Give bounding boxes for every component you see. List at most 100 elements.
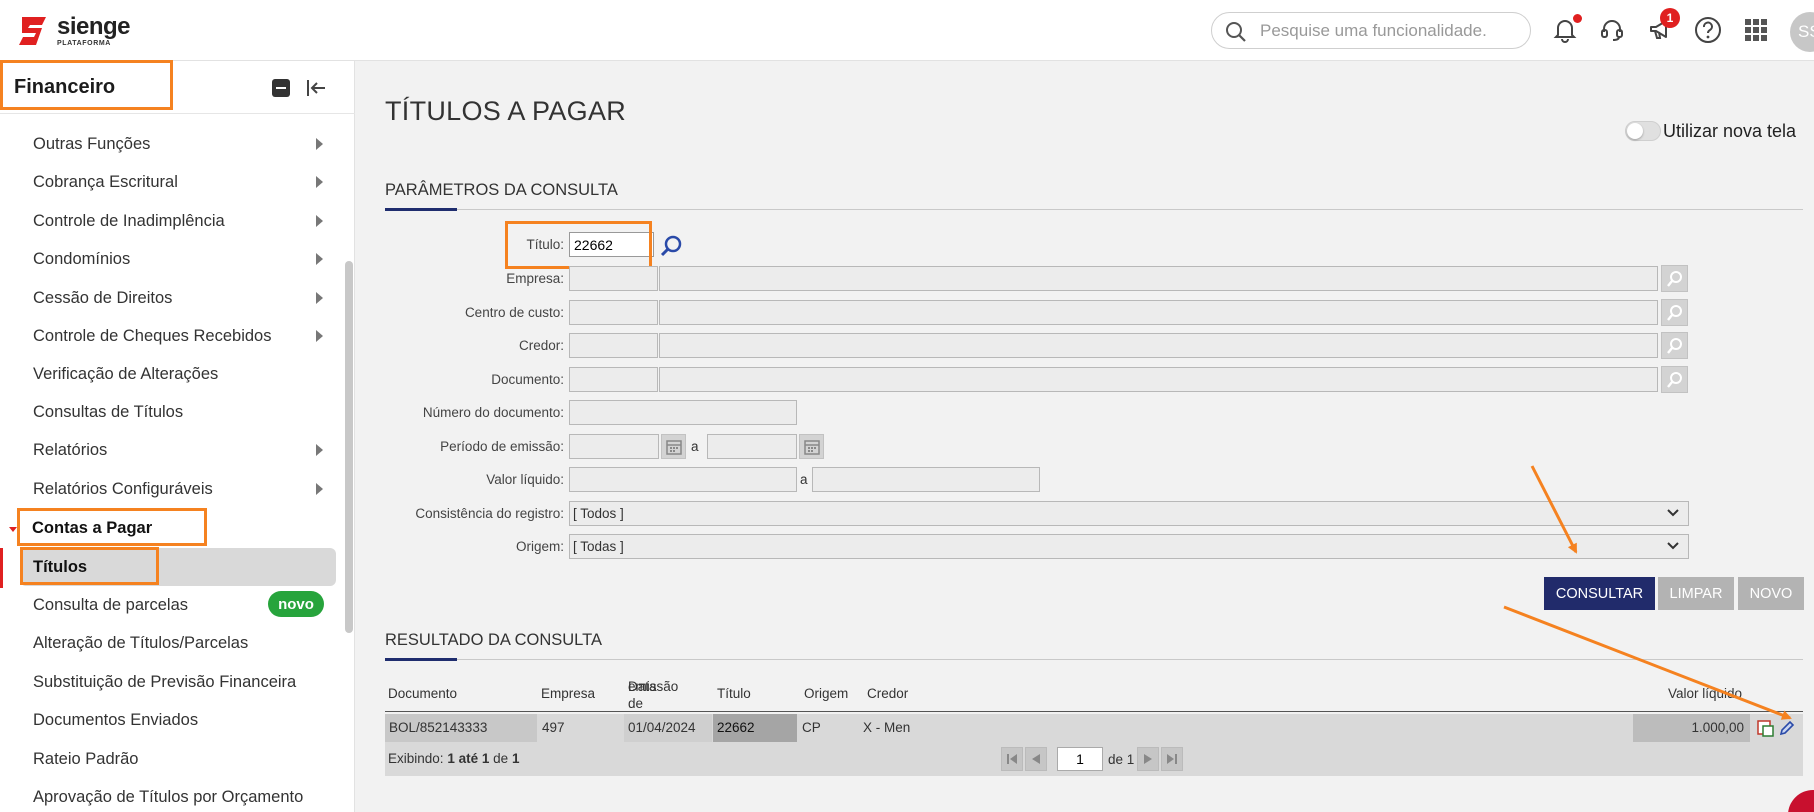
empresa-code-field[interactable] — [569, 266, 658, 291]
previous-page-button[interactable] — [1025, 747, 1047, 771]
consultar-button[interactable]: CONSULTAR — [1544, 577, 1655, 610]
header-empresa[interactable]: Empresa — [541, 686, 595, 701]
collapse-all-button[interactable] — [272, 79, 290, 97]
sidebar-item-alteracao-titulos[interactable]: Alteração de Títulos/Parcelas — [33, 628, 333, 658]
sidebar-header: Financeiro — [0, 61, 355, 114]
titulo-input[interactable] — [569, 232, 654, 257]
search-icon — [1666, 304, 1682, 321]
periodo-separator: a — [691, 439, 699, 454]
periodo-fim-field[interactable] — [707, 434, 797, 459]
edit-pencil-icon[interactable] — [1778, 719, 1796, 737]
sidebar-item-substituicao-previsao[interactable]: Substituição de Previsão Financeira — [33, 667, 333, 697]
sidebar-item-aprovacao-titulos[interactable]: Aprovação de Títulos por Orçamento — [33, 782, 333, 812]
credor-label: Credor: — [518, 338, 564, 353]
sidebar-item-documentos-enviados[interactable]: Documentos Enviados — [33, 705, 333, 735]
page-count: de 1 — [1108, 752, 1135, 767]
table-row[interactable]: BOL/852143333 497 01/04/2024 22662 CP X … — [385, 714, 1803, 742]
cell-credor: X - Men — [863, 720, 911, 735]
centro-custo-lookup-button[interactable] — [1661, 299, 1688, 326]
next-page-button[interactable] — [1137, 747, 1159, 771]
support-button[interactable] — [1597, 15, 1627, 45]
empresa-lookup-button[interactable] — [1661, 265, 1688, 292]
novo-button[interactable]: NOVO — [1738, 577, 1804, 610]
sienge-logo[interactable]: sienge PLATAFORMA — [16, 14, 131, 48]
chevron-right-icon — [316, 176, 323, 188]
sidebar-item-controle-inadimplencia[interactable]: Controle de Inadimplência — [33, 206, 333, 236]
sidebar-item-controle-cheques[interactable]: Controle de Cheques Recebidos — [33, 321, 333, 351]
documento-code-field[interactable] — [569, 367, 658, 392]
calendar-icon — [803, 439, 820, 455]
consistencia-select[interactable]: [ Todos ] — [569, 501, 1689, 526]
sidebar: Financeiro Outras Funções Cobrança Escri… — [0, 60, 355, 812]
sidebar-item-relatorios-configuraveis[interactable]: Relatórios Configuráveis — [33, 474, 333, 504]
user-avatar[interactable]: SS — [1790, 12, 1814, 52]
lookup-search-icon[interactable] — [660, 234, 684, 258]
params-section-title: PARÂMETROS DA CONSULTA — [385, 181, 618, 199]
headset-icon — [1601, 20, 1623, 41]
search-input[interactable] — [1260, 19, 1522, 43]
origem-select[interactable]: [ Todas ] — [569, 534, 1689, 559]
header-titulo[interactable]: Título — [717, 686, 751, 701]
apps-button[interactable] — [1741, 15, 1771, 45]
header-documento[interactable]: Documento — [388, 686, 457, 701]
header-valor-liquido[interactable]: Valor líquido — [1668, 686, 1742, 701]
sidebar-scrollbar[interactable] — [345, 261, 353, 633]
header-credor[interactable]: Credor — [867, 686, 908, 701]
view-details-icon[interactable] — [1757, 720, 1775, 737]
pagination-summary: Exibindo: 1 até 1 de 1 — [388, 751, 520, 766]
chat-launcher[interactable] — [1788, 790, 1814, 812]
params-divider-accent — [385, 208, 457, 211]
sidebar-item-rateio-padrao[interactable]: Rateio Padrão — [33, 744, 333, 774]
minus-icon — [276, 87, 286, 89]
page-number-input[interactable] — [1057, 747, 1103, 771]
documento-name-field[interactable] — [659, 367, 1658, 392]
results-divider — [385, 659, 1803, 660]
previous-page-icon — [1032, 754, 1040, 764]
next-page-icon — [1144, 754, 1152, 764]
cell-origem: CP — [802, 720, 821, 735]
sidebar-section-contas-a-pagar[interactable]: Contas a Pagar — [32, 519, 152, 538]
results-section-title: RESULTADO DA CONSULTA — [385, 631, 602, 649]
credor-name-field[interactable] — [659, 333, 1658, 358]
last-page-button[interactable] — [1161, 747, 1183, 771]
centro-custo-name-field[interactable] — [659, 300, 1658, 325]
valor-maximo-field[interactable] — [812, 467, 1040, 492]
periodo-inicio-calendar-button[interactable] — [661, 434, 686, 459]
announcement-badge: 1 — [1660, 8, 1680, 28]
cell-titulo: 22662 — [713, 714, 797, 742]
new-screen-label: Utilizar nova tela — [1663, 121, 1797, 141]
sidebar-item-verificacao-alteracoes[interactable]: Verificação de Alterações — [33, 359, 333, 389]
centro-custo-code-field[interactable] — [569, 300, 658, 325]
collapse-sidebar-icon[interactable] — [305, 77, 327, 99]
chevron-down-icon — [1667, 542, 1679, 550]
valor-minimo-field[interactable] — [569, 467, 797, 492]
logo-subtitle: PLATAFORMA — [57, 40, 111, 47]
search-bar[interactable] — [1211, 12, 1531, 49]
chevron-right-icon — [316, 253, 323, 265]
periodo-fim-calendar-button[interactable] — [799, 434, 824, 459]
sidebar-item-cobranca-escritural[interactable]: Cobrança Escritural — [33, 167, 333, 197]
documento-lookup-button[interactable] — [1661, 366, 1688, 393]
first-page-button[interactable] — [1001, 747, 1023, 771]
help-icon — [1695, 17, 1721, 43]
sidebar-item-consultas-titulos[interactable]: Consultas de Títulos — [33, 397, 333, 427]
valor-liquido-label: Valor líquido: — [486, 472, 564, 487]
new-screen-toggle[interactable] — [1625, 121, 1661, 141]
numero-documento-field[interactable] — [569, 400, 797, 425]
cell-valor-liquido: 1.000,00 — [1633, 714, 1750, 742]
header-origem[interactable]: Origem — [804, 686, 848, 701]
empresa-name-field[interactable] — [659, 266, 1658, 291]
consistencia-label: Consistência do registro: — [415, 506, 564, 521]
credor-code-field[interactable] — [569, 333, 658, 358]
search-icon — [1666, 371, 1682, 388]
periodo-inicio-field[interactable] — [569, 434, 659, 459]
help-button[interactable] — [1693, 15, 1723, 45]
sidebar-item-condominios[interactable]: Condomínios — [33, 244, 333, 274]
sidebar-item-outras-funcoes[interactable]: Outras Funções — [33, 129, 333, 159]
sidebar-item-cessao-direitos[interactable]: Cessão de Direitos — [33, 283, 333, 313]
sidebar-item-titulos[interactable]: Títulos — [33, 552, 333, 582]
credor-lookup-button[interactable] — [1661, 332, 1688, 359]
limpar-button[interactable]: LIMPAR — [1658, 577, 1734, 610]
sidebar-item-relatorios[interactable]: Relatórios — [33, 435, 333, 465]
results-table-header: Documento Empresa Data de emissão Título… — [385, 676, 1803, 712]
